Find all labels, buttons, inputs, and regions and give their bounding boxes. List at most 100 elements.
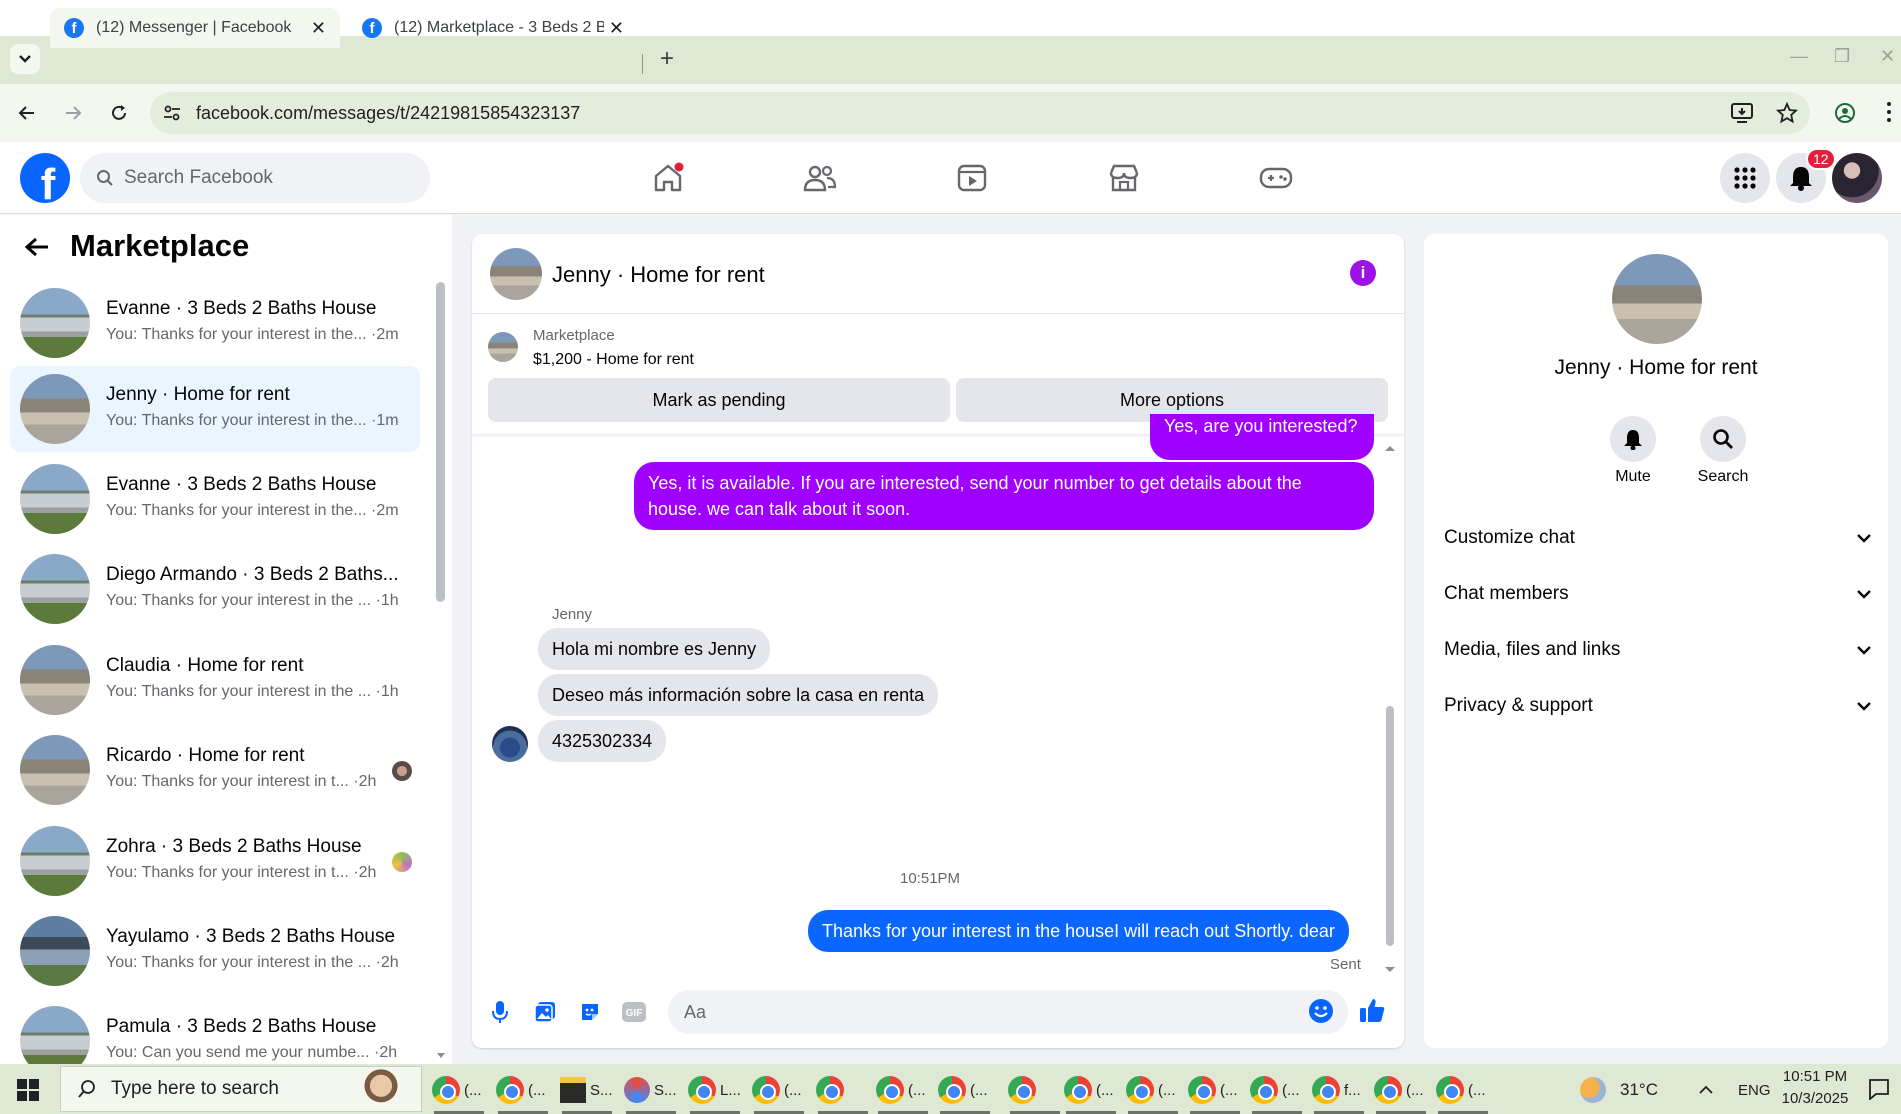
tab-marketplace[interactable]: f (12) Marketplace - 3 Beds 2 Bat ✕ xyxy=(348,8,638,48)
message-bubble-incoming[interactable]: 4325302334 xyxy=(538,720,667,762)
facebook-search-input[interactable]: Search Facebook xyxy=(80,153,430,203)
message-bubble-incoming[interactable]: Hola mi nombre es Jenny xyxy=(538,628,771,670)
conversation-item-selected[interactable]: Jenny · Home for rent You: Thanks for yo… xyxy=(10,366,420,452)
conversation-photo[interactable] xyxy=(1612,254,1702,344)
chat-title[interactable]: Jenny · Home for rent xyxy=(552,262,765,288)
browser-menu-icon[interactable] xyxy=(1886,100,1892,124)
taskbar-app-chrome[interactable]: f... xyxy=(1312,1072,1368,1114)
close-tab-icon[interactable]: ✕ xyxy=(311,18,326,39)
section-customize-chat[interactable]: Customize chat xyxy=(1444,518,1872,558)
minimize-button[interactable]: — xyxy=(1790,46,1808,67)
account-avatar[interactable] xyxy=(1832,153,1882,203)
conversation-item[interactable]: Ricardo · Home for rent You: Thanks for … xyxy=(10,727,420,813)
chrome-icon xyxy=(1374,1076,1402,1104)
conversation-snippet: You: Thanks for your interest in t... ·2… xyxy=(106,864,377,881)
conversation-item[interactable]: Diego Armando · 3 Beds 2 Baths... You: T… xyxy=(10,546,420,632)
chevron-up-icon[interactable] xyxy=(1698,1085,1714,1095)
sticker-button[interactable] xyxy=(576,998,604,1026)
taskbar-search-input[interactable]: Type here to search xyxy=(60,1066,422,1112)
voice-clip-button[interactable] xyxy=(486,998,514,1026)
gif-button[interactable]: GIF xyxy=(620,998,648,1026)
weather-icon[interactable] xyxy=(1580,1077,1606,1103)
nav-home[interactable] xyxy=(648,160,688,196)
notifications-center-icon[interactable] xyxy=(1868,1078,1890,1100)
taskbar-app-chrome[interactable]: (... xyxy=(1188,1072,1244,1114)
mute-button[interactable] xyxy=(1610,416,1656,462)
gif-icon: GIF xyxy=(622,1002,646,1022)
chat-scrollbar[interactable] xyxy=(1386,706,1394,946)
facebook-logo-icon[interactable]: f xyxy=(20,153,70,203)
taskbar-clock[interactable]: 10:51 PM 10/3/2025 xyxy=(1770,1066,1860,1110)
url-text[interactable]: facebook.com/messages/t/2421981585432313… xyxy=(196,103,580,124)
taskbar-app-chrome[interactable]: (... xyxy=(1250,1072,1306,1114)
taskbar-app-snipping[interactable]: S... xyxy=(624,1072,680,1114)
weather-temp[interactable]: 31°C xyxy=(1620,1080,1658,1100)
conversation-item[interactable]: Evanne · 3 Beds 2 Baths House You: Thank… xyxy=(10,456,420,542)
conversation-item[interactable]: Claudia · Home for rent You: Thanks for … xyxy=(10,637,420,723)
taskbar-app-chrome[interactable]: L... xyxy=(688,1072,744,1114)
sender-avatar[interactable] xyxy=(492,726,528,762)
language-indicator[interactable]: ENG xyxy=(1738,1082,1771,1099)
back-arrow-icon[interactable] xyxy=(24,236,50,258)
emoji-button[interactable] xyxy=(1308,998,1334,1024)
message-bubble-outgoing[interactable]: Thanks for your interest in the houseI w… xyxy=(808,910,1349,952)
conversations-scrollbar[interactable] xyxy=(436,282,445,602)
scroll-up-arrow-icon[interactable] xyxy=(1384,444,1396,452)
section-privacy-support[interactable]: Privacy & support xyxy=(1444,686,1872,726)
back-button[interactable] xyxy=(14,100,40,126)
scroll-down-arrow-icon[interactable] xyxy=(436,1052,446,1060)
message-bubble-outgoing-partial[interactable]: Yes, are you interested? xyxy=(1150,414,1374,460)
chevron-down-icon xyxy=(1857,646,1871,655)
tab-messenger[interactable]: f (12) Messenger | Facebook ✕ xyxy=(50,8,340,48)
taskbar-app-chrome[interactable]: (... xyxy=(876,1072,932,1114)
message-text: Yes, are you interested? xyxy=(1164,416,1358,436)
bookmark-star-icon[interactable] xyxy=(1776,102,1798,124)
mark-as-pending-button[interactable]: Mark as pending xyxy=(488,378,950,422)
site-info-icon[interactable] xyxy=(162,103,182,123)
message-bubble-outgoing[interactable]: Yes, it is available. If you are interes… xyxy=(634,462,1374,530)
taskbar-app-chrome[interactable] xyxy=(816,1072,872,1114)
taskbar-app-sticky[interactable]: S... xyxy=(560,1072,616,1114)
taskbar-app-chrome[interactable]: (... xyxy=(1374,1072,1430,1114)
taskbar-app-chrome[interactable]: (... xyxy=(752,1072,808,1114)
chat-thumbnail[interactable] xyxy=(490,248,542,300)
conversation-snippet: You: Thanks for your interest in the... … xyxy=(106,326,399,343)
taskbar-app-chrome[interactable]: (... xyxy=(1436,1072,1492,1114)
forward-button[interactable] xyxy=(60,100,86,126)
nav-gaming[interactable] xyxy=(1256,160,1296,196)
tab-search-dropdown[interactable] xyxy=(10,44,40,74)
taskbar-app-chrome[interactable]: (... xyxy=(938,1072,994,1114)
attach-media-button[interactable] xyxy=(531,998,559,1026)
like-button[interactable] xyxy=(1358,996,1386,1024)
message-bubble-incoming[interactable]: Deseo más información sobre la casa en r… xyxy=(538,674,939,716)
section-chat-members[interactable]: Chat members xyxy=(1444,574,1872,614)
listing-price[interactable]: $1,200 - Home for rent xyxy=(533,351,694,369)
profile-icon[interactable] xyxy=(1834,102,1856,124)
search-in-conversation-button[interactable] xyxy=(1700,416,1746,462)
windows-start-icon[interactable] xyxy=(16,1078,40,1102)
conversation-item[interactable]: Pamula · 3 Beds 2 Baths House You: Can y… xyxy=(10,998,420,1064)
taskbar-app-chrome[interactable]: (... xyxy=(432,1072,488,1114)
new-tab-button[interactable]: + xyxy=(652,44,682,74)
taskbar-app-chrome[interactable] xyxy=(1008,1072,1064,1114)
message-input[interactable]: Aa xyxy=(668,990,1348,1034)
scroll-down-arrow-icon[interactable] xyxy=(1384,966,1396,974)
conversation-item[interactable]: Evanne · 3 Beds 2 Baths House You: Thank… xyxy=(10,280,420,366)
conversation-item[interactable]: Yayulamo · 3 Beds 2 Baths House You: Tha… xyxy=(10,908,420,994)
taskbar-app-chrome[interactable]: (... xyxy=(1126,1072,1182,1114)
nav-video[interactable] xyxy=(952,160,992,196)
menu-button[interactable] xyxy=(1720,153,1770,203)
section-media-files-links[interactable]: Media, files and links xyxy=(1444,630,1872,670)
listing-thumbnail xyxy=(20,645,90,715)
conversation-item[interactable]: Zohra · 3 Beds 2 Baths House You: Thanks… xyxy=(10,818,420,904)
taskbar-app-chrome[interactable]: (... xyxy=(1064,1072,1120,1114)
close-tab-icon[interactable]: ✕ xyxy=(609,18,624,39)
info-icon[interactable]: i xyxy=(1350,260,1376,286)
reload-button[interactable] xyxy=(106,100,132,126)
close-window-button[interactable]: ✕ xyxy=(1880,46,1895,67)
taskbar-app-chrome[interactable]: (... xyxy=(496,1072,552,1114)
nav-marketplace[interactable] xyxy=(1104,160,1144,196)
install-app-icon[interactable] xyxy=(1730,102,1754,124)
restore-button[interactable]: ❐ xyxy=(1834,46,1850,67)
nav-friends[interactable] xyxy=(800,160,840,196)
